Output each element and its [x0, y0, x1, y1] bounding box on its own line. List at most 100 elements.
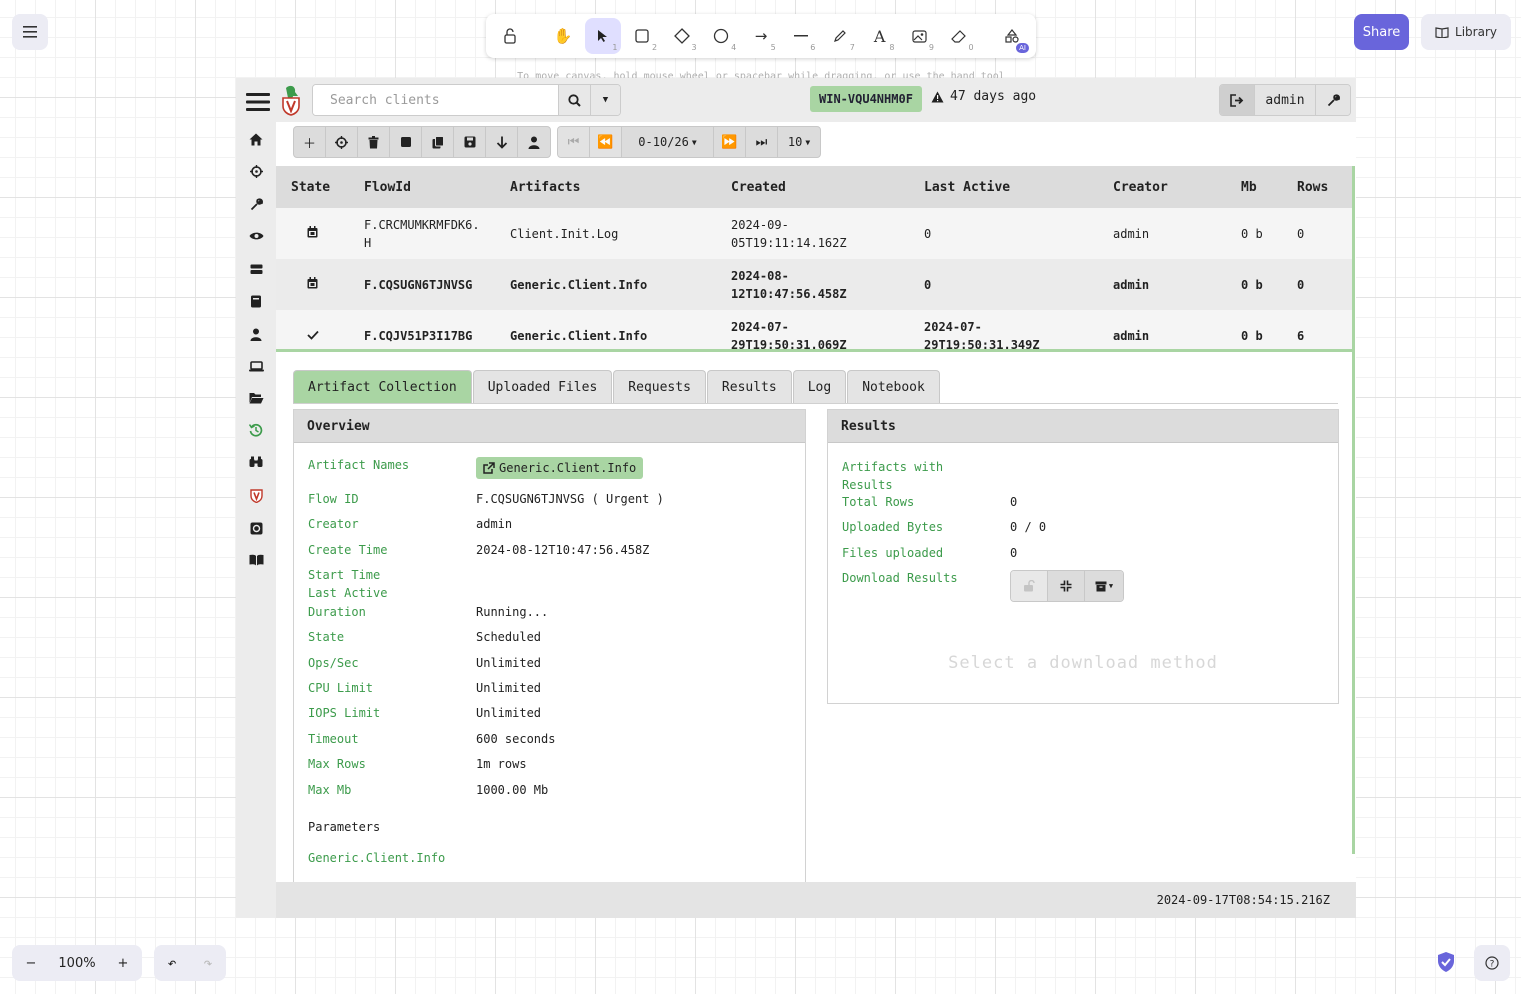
results-card: Results Artifacts with Results Total Row… [827, 409, 1339, 704]
client-id-badge[interactable]: WIN-VQU4NHM0F [810, 86, 922, 112]
first-page-button[interactable]: ⏮ [558, 127, 590, 157]
col-header-mb[interactable]: Mb [1226, 166, 1282, 208]
nav-binoculars-icon[interactable] [246, 452, 266, 472]
download-button[interactable] [486, 127, 518, 157]
field-value: Scheduled [476, 630, 542, 644]
search-input[interactable] [313, 85, 558, 115]
velociraptor-logo[interactable] [280, 84, 302, 116]
search-dropdown-button[interactable]: ▼ [590, 85, 620, 115]
col-header-creator[interactable]: Creator [1098, 166, 1226, 208]
nav-wrench-icon[interactable] [246, 194, 266, 214]
col-header-last-active[interactable]: Last Active [909, 166, 1098, 208]
undo-icon[interactable]: ↶ [167, 954, 176, 972]
col-header-state[interactable]: State [276, 166, 349, 208]
draw-tool[interactable]: 7 [822, 18, 858, 54]
nav-eye-icon[interactable] [246, 226, 266, 246]
table-row-selected[interactable]: F.CQSUGN6TJNVSG Generic.Client.Info 2024… [276, 259, 1352, 310]
col-header-flowid[interactable]: FlowId [349, 166, 495, 208]
caret-down-icon: ▼ [805, 137, 811, 147]
eraser-tool[interactable]: 0 [941, 18, 977, 54]
new-collection-button[interactable]: ＋ [294, 127, 326, 157]
line-tool[interactable]: 6 [783, 18, 819, 54]
help-button[interactable]: ? [1474, 945, 1510, 981]
table-row[interactable]: F.CQJV51P3I17BG Generic.Client.Info 2024… [276, 310, 1352, 349]
creator-cell: admin [1098, 310, 1226, 349]
flow-actions: ＋ [293, 126, 551, 158]
page-size-dropdown[interactable]: 10 ▼ [778, 127, 820, 157]
nav-book-icon[interactable] [246, 291, 266, 311]
calendar-icon [307, 276, 318, 288]
zoom-in-button[interactable]: + [112, 956, 134, 971]
nav-folder-open-icon[interactable] [246, 388, 266, 408]
redo-icon[interactable]: ↷ [203, 954, 212, 972]
field-value: F.CQSUGN6TJNVSG ( Urgent ) [476, 492, 664, 506]
nav-user-icon[interactable] [246, 324, 266, 344]
tab-artifact-collection[interactable]: Artifact Collection [293, 370, 472, 404]
rectangle-tool[interactable]: 2 [625, 18, 661, 54]
table-row[interactable]: F.CRCMUMKRMFDK6. H Client.Init.Log 2024-… [276, 208, 1352, 259]
shield-check-icon[interactable] [1435, 951, 1457, 973]
save-button[interactable] [454, 127, 486, 157]
logout-icon [1230, 93, 1244, 107]
sidebar-toggle-icon[interactable] [246, 91, 270, 113]
tabs-divider [293, 403, 1338, 404]
plus-icon: ＋ [302, 136, 316, 152]
lock-tool[interactable] [492, 18, 528, 54]
nav-laptop-icon[interactable] [246, 356, 266, 376]
username-button[interactable]: admin [1254, 85, 1316, 115]
state-cell [276, 208, 349, 259]
next-page-button[interactable]: ⏩ [714, 127, 746, 157]
arrow-tool[interactable]: → 5 [743, 18, 779, 54]
field-key: Timeout [308, 732, 359, 746]
nav-crosshairs-icon[interactable] [246, 161, 266, 181]
unlock-button[interactable] [1011, 571, 1048, 601]
tab-requests[interactable]: Requests [613, 370, 706, 404]
compress-button[interactable] [1048, 571, 1085, 601]
image-tool[interactable]: 9 [901, 18, 937, 54]
artifacts-with-results-label: Artifacts with Results [842, 460, 944, 492]
text-tool[interactable]: A 8 [862, 18, 898, 54]
share-button[interactable]: Share [1354, 14, 1409, 50]
search-button[interactable] [558, 85, 590, 115]
col-header-rows[interactable]: Rows [1282, 166, 1352, 208]
user-button[interactable] [518, 127, 550, 157]
prev-page-button[interactable]: ⏪ [590, 127, 622, 157]
field-value: Unlimited [476, 706, 542, 720]
col-header-artifacts[interactable]: Artifacts [495, 166, 716, 208]
tab-uploaded-files[interactable]: Uploaded Files [472, 370, 613, 404]
more-tools-button[interactable]: AI [994, 18, 1030, 54]
nav-terminal-icon[interactable] [246, 518, 266, 538]
nav-velociraptor-shield-icon[interactable] [246, 486, 266, 506]
parameters-artifact[interactable]: Generic.Client.Info [308, 851, 445, 865]
nav-history-icon[interactable] [246, 420, 266, 440]
copy-button[interactable] [422, 127, 454, 157]
ellipse-tool[interactable]: 4 [704, 18, 740, 54]
nav-home-icon[interactable] [246, 129, 266, 149]
library-button[interactable]: Library [1421, 14, 1511, 50]
zoom-level[interactable]: 100% [58, 956, 95, 971]
tab-log[interactable]: Log [792, 370, 847, 404]
field-key: Total Rows [842, 495, 915, 509]
state-cell [276, 310, 349, 349]
archive-dropdown-button[interactable]: ▼ [1085, 571, 1123, 601]
user-settings-button[interactable] [1316, 85, 1350, 115]
diamond-tool[interactable]: 3 [664, 18, 700, 54]
artifact-name-chip[interactable]: Generic.Client.Info [476, 457, 644, 479]
main-menu-button[interactable] [12, 14, 48, 50]
zoom-out-button[interactable]: − [20, 956, 42, 971]
field-key: Start Time [308, 568, 381, 582]
tab-notebook[interactable]: Notebook [847, 370, 940, 404]
logout-button[interactable] [1220, 85, 1254, 115]
nav-server-icon[interactable] [246, 259, 266, 279]
last-page-button[interactable]: ⏭ [746, 127, 778, 157]
delete-button[interactable] [358, 127, 390, 157]
selection-tool[interactable]: 1 [584, 18, 621, 54]
hunt-button[interactable] [326, 127, 358, 157]
stop-button[interactable] [390, 127, 422, 157]
hand-tool[interactable]: ✋ [545, 18, 581, 54]
col-header-created[interactable]: Created [716, 166, 909, 208]
nav-book-open-icon[interactable] [246, 550, 266, 570]
mb-cell: 0 b [1226, 310, 1282, 349]
page-range-dropdown[interactable]: 0-10/26 ▼ [622, 127, 714, 157]
tab-results[interactable]: Results [706, 370, 792, 404]
